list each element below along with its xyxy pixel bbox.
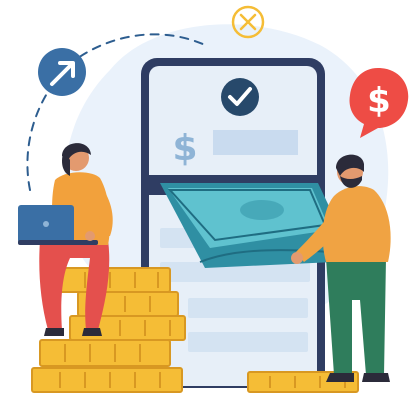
checkmark-icon <box>221 78 259 116</box>
screen-bar-top <box>213 130 298 155</box>
arrow-up-right-icon <box>38 48 86 96</box>
bubble-dollar-sign: $ <box>367 81 391 121</box>
payment-illustration: $ $ <box>0 0 417 398</box>
screen-dollar-sign: $ <box>172 128 197 169</box>
screen-bar <box>188 298 308 318</box>
screen-bar <box>188 332 308 352</box>
